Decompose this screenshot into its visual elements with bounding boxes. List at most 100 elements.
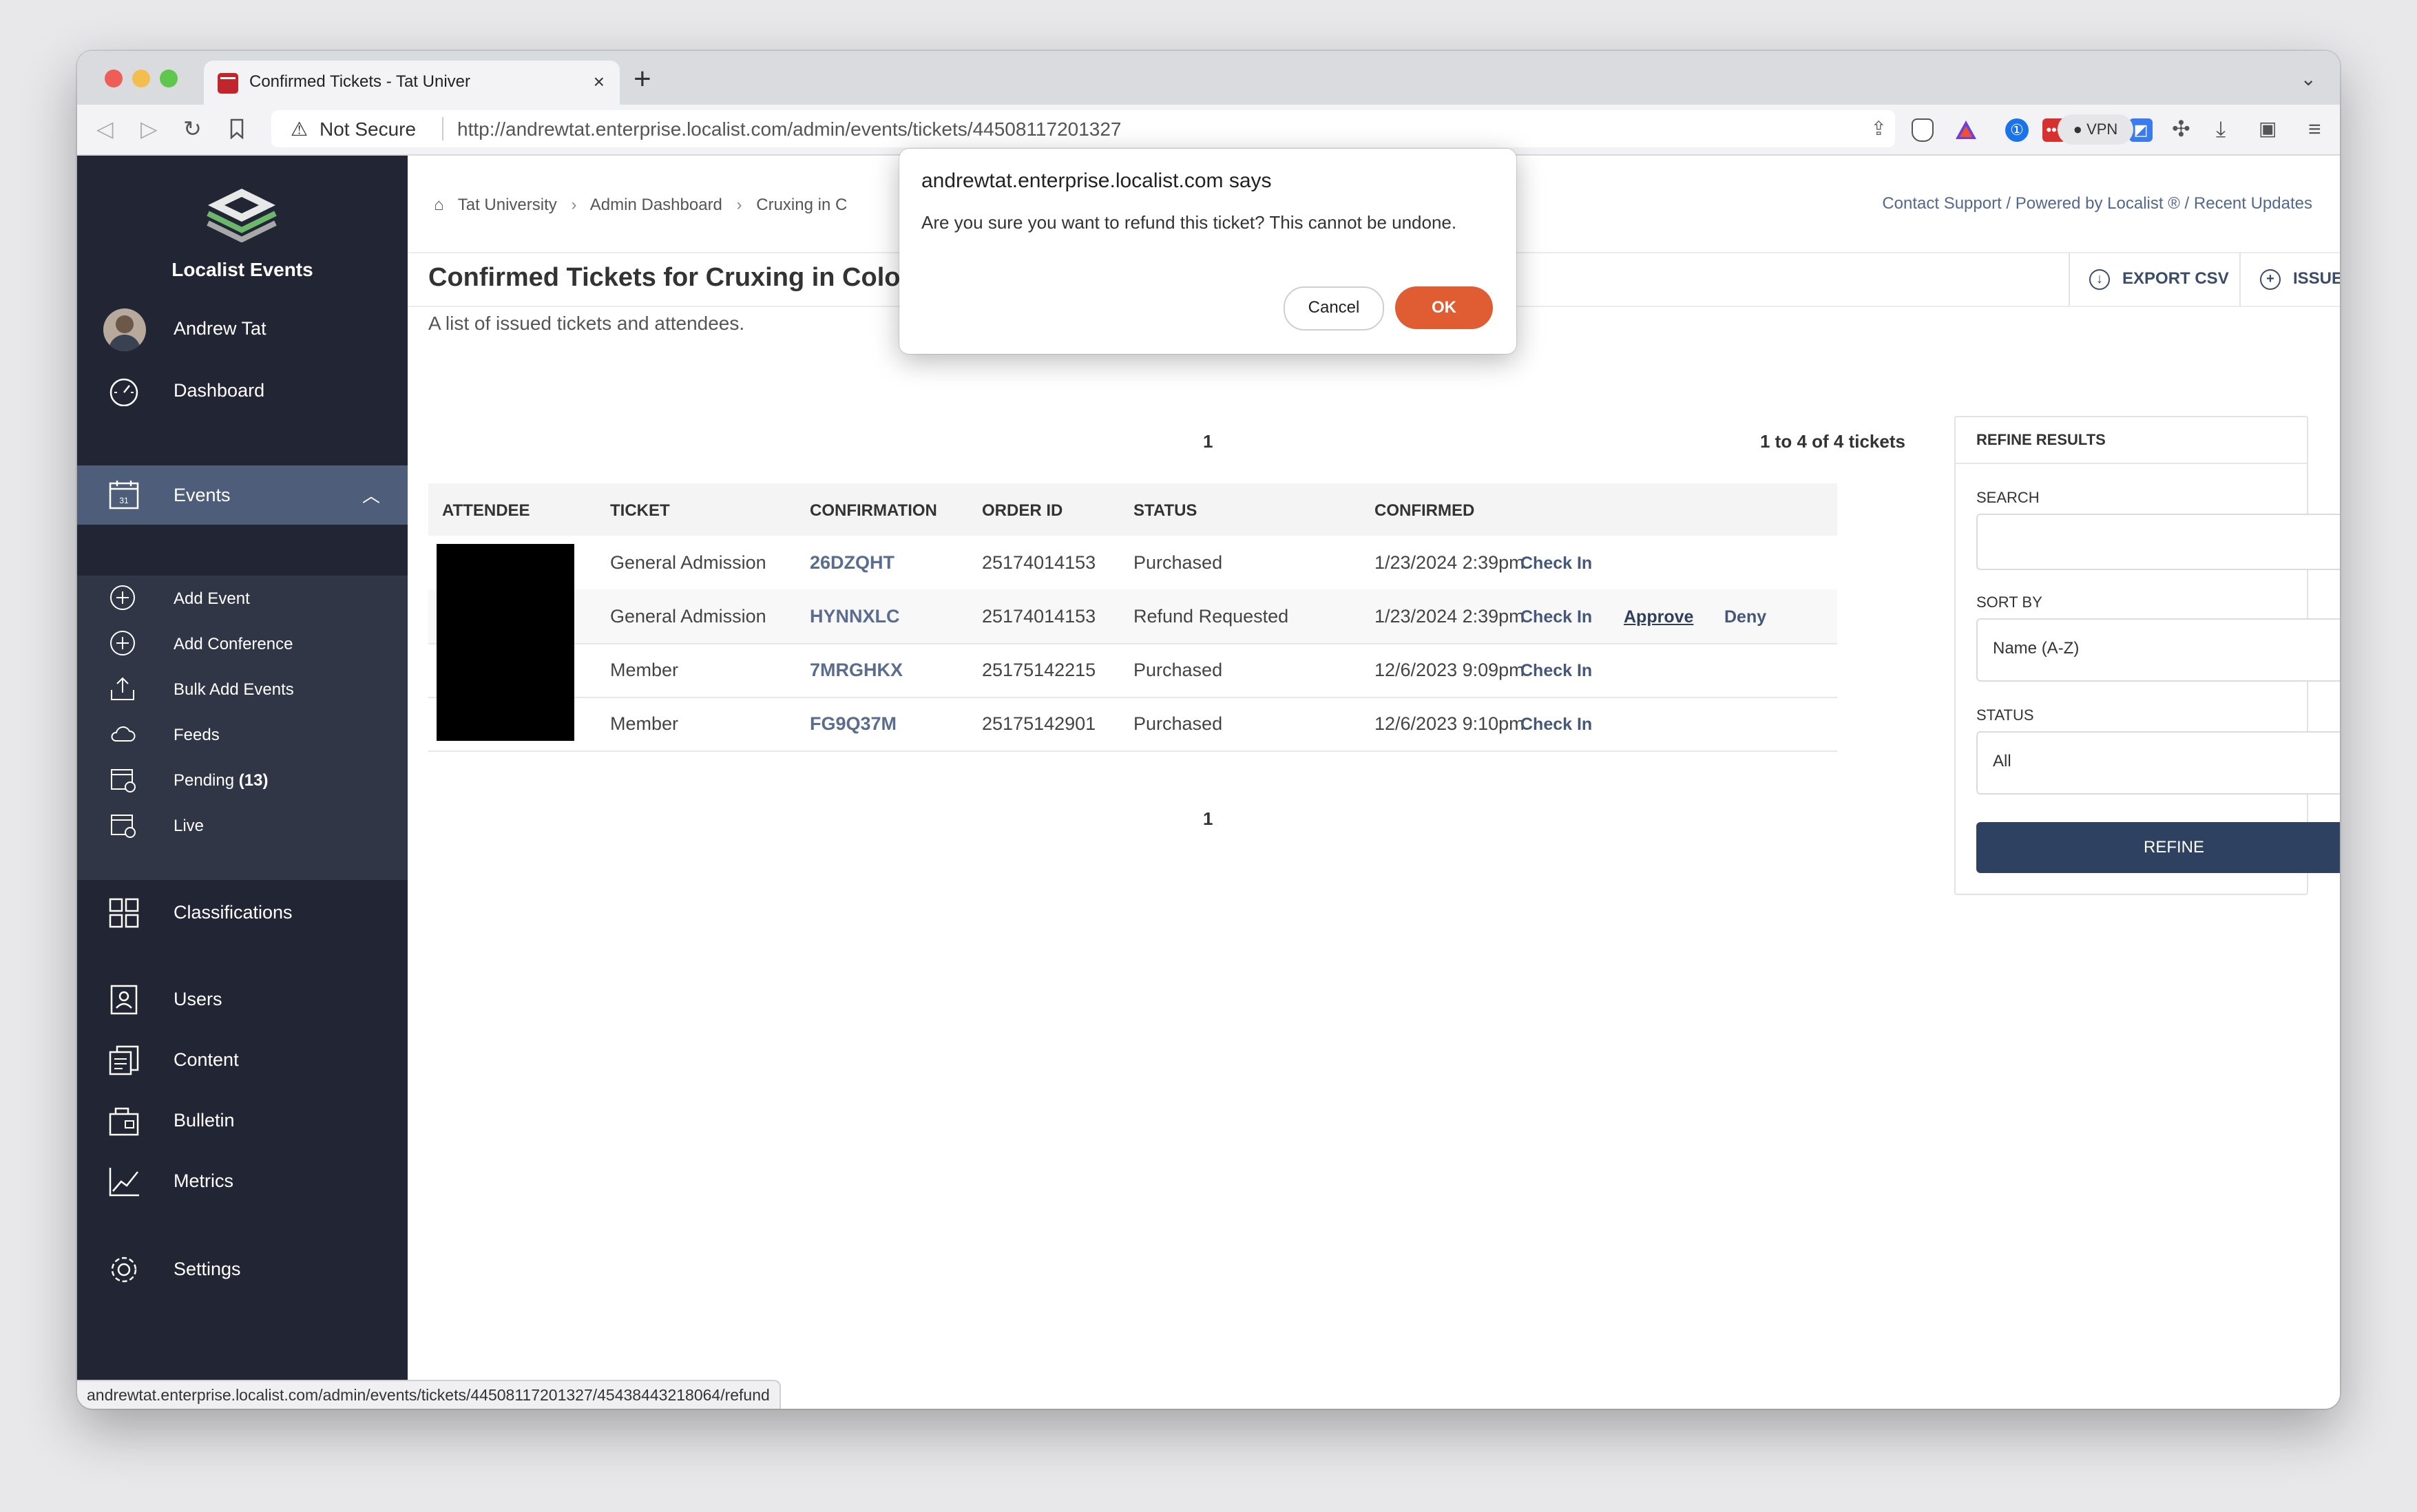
breadcrumb-home[interactable]: Tat University	[458, 196, 557, 214]
sidebar-item-bulletin[interactable]: Bulletin	[77, 1096, 408, 1146]
column-header[interactable]: TICKET	[610, 501, 670, 521]
sidebar-item-label: Classifications	[174, 902, 293, 923]
check-in-link[interactable]: Check In	[1520, 607, 1592, 627]
sort-by-label: SORT BY	[1976, 594, 2042, 611]
sidebar-item-events[interactable]: 31 Events ︿	[77, 465, 408, 525]
approve-refund-link[interactable]: Approve	[1624, 607, 1693, 627]
sidebar-item-settings[interactable]: Settings	[77, 1245, 408, 1294]
submenu-label: Live	[174, 817, 205, 835]
puzzle-icon[interactable]: ✣	[2172, 116, 2190, 142]
calendar-icon: 31	[109, 481, 139, 510]
check-in-link[interactable]: Check In	[1520, 554, 1592, 574]
column-header[interactable]: ORDER ID	[982, 501, 1063, 521]
sidebar-item-users[interactable]: Users	[77, 975, 408, 1025]
sidebar-item-classifications[interactable]: Classifications	[77, 888, 408, 938]
sidebar-item-label: Metrics	[174, 1170, 233, 1191]
sidebar-item-metrics[interactable]: Metrics	[77, 1157, 408, 1206]
back-icon[interactable]: ◁	[96, 116, 114, 142]
top-links[interactable]: Contact Support / Powered by Localist ® …	[1882, 194, 2312, 213]
search-label: SEARCH	[1976, 489, 2040, 506]
cloud-icon	[111, 726, 136, 742]
tab-list-chevron-icon[interactable]: ⌄	[2301, 67, 2316, 90]
sidebar-item-content[interactable]: Content	[77, 1036, 408, 1085]
search-input[interactable]	[1976, 514, 2340, 570]
confirmed-date: 12/6/2023 9:10pm	[1374, 713, 1525, 734]
forward-icon[interactable]: ▷	[140, 116, 158, 142]
sidebar: Localist Events Andrew Tat Dashboard 31 …	[77, 156, 408, 1409]
table-header: ATTENDEE TICKET CONFIRMATION ORDER ID ST…	[428, 483, 1837, 536]
check-in-link[interactable]: Check In	[1520, 715, 1592, 735]
sidebar-item-user[interactable]: Andrew Tat	[77, 304, 408, 354]
submenu-feeds[interactable]: Feeds	[77, 712, 408, 757]
breadcrumb-event[interactable]: Cruxing in C	[756, 196, 847, 214]
close-window-button[interactable]	[105, 70, 123, 87]
export-csv-button[interactable]: ↓ EXPORT CSV	[2069, 252, 2241, 306]
sidebar-item-label: Dashboard	[174, 380, 265, 401]
column-header[interactable]: ATTENDEE	[442, 501, 530, 521]
share-icon[interactable]: ⇪	[1871, 117, 1887, 140]
menu-icon[interactable]: ≡	[2308, 116, 2321, 142]
submenu-bulk-add[interactable]: Bulk Add Events	[77, 666, 408, 712]
column-header[interactable]: STATUS	[1133, 501, 1197, 521]
new-tab-button[interactable]: +	[634, 63, 651, 95]
download-icon[interactable]: ⤓	[2216, 116, 2226, 142]
sidebar-item-label: Content	[174, 1049, 239, 1070]
breadcrumb-separator: ›	[571, 196, 577, 214]
chevron-up-icon[interactable]: ︿	[362, 482, 380, 507]
status-value: All	[1993, 752, 2011, 770]
order-id: 25174014153	[982, 606, 1096, 627]
brave-shield-icon[interactable]	[1912, 118, 1934, 142]
table-row: General Admission 26DZQHT 25174014153 Pu…	[428, 536, 1837, 591]
pagination-bottom-page[interactable]: 1	[1203, 808, 1213, 830]
avatar	[103, 308, 146, 351]
deny-refund-link[interactable]: Deny	[1724, 607, 1766, 627]
zoom-window-button[interactable]	[160, 70, 178, 87]
breadcrumb-admin[interactable]: Admin Dashboard	[590, 196, 722, 214]
minimize-window-button[interactable]	[132, 70, 150, 87]
vpn-button[interactable]: ● VPN	[2058, 114, 2133, 145]
onepassword-icon[interactable]: ①	[2005, 118, 2029, 142]
brave-rewards-icon[interactable]	[1954, 118, 1978, 142]
confirmation-code[interactable]: FG9Q37M	[810, 713, 897, 735]
sidebar-item-dashboard[interactable]: Dashboard	[77, 366, 408, 416]
confirmed-date: 1/23/2024 2:39pm	[1374, 552, 1525, 573]
ok-button[interactable]: OK	[1395, 286, 1493, 329]
submenu-pending[interactable]: Pending (13)	[77, 757, 408, 803]
page-title: Confirmed Tickets for Cruxing in Color	[428, 263, 911, 292]
confirmation-code[interactable]: 26DZQHT	[810, 552, 894, 574]
issue-ticket-button[interactable]: + ISSUE TICKET	[2239, 252, 2340, 306]
reload-icon[interactable]: ↻	[183, 116, 202, 142]
not-secure-label[interactable]: Not Secure	[320, 118, 416, 140]
confirmation-code[interactable]: HYNNXLC	[810, 606, 900, 627]
ticket-type: General Admission	[610, 606, 766, 627]
vpn-label: VPN	[2086, 120, 2118, 138]
tab-strip: Confirmed Tickets - Tat Univer × + ⌄	[77, 51, 2340, 105]
column-header[interactable]: CONFIRMATION	[810, 501, 937, 521]
address-bar[interactable]: ⚠ Not Secure http://andrewtat.enterprise…	[271, 110, 1895, 147]
confirmed-date: 12/6/2023 9:09pm	[1374, 660, 1525, 680]
home-icon[interactable]: ⌂	[434, 196, 444, 214]
column-header[interactable]: CONFIRMED	[1374, 501, 1474, 521]
bookmark-icon[interactable]	[230, 118, 244, 139]
confirmation-code[interactable]: 7MRGHKX	[810, 660, 903, 681]
sidebar-icon[interactable]: ▣	[2259, 116, 2277, 142]
pagination-top-page[interactable]: 1	[1203, 431, 1213, 452]
check-in-link[interactable]: Check In	[1520, 661, 1592, 681]
submenu-add-conference[interactable]: Add Conference	[77, 621, 408, 666]
events-submenu: Add Event Add Conference Bulk Add Events…	[77, 576, 408, 880]
url-text[interactable]: http://andrewtat.enterprise.localist.com…	[457, 118, 1122, 140]
active-tab[interactable]: Confirmed Tickets - Tat Univer ×	[204, 61, 620, 105]
export-csv-label: EXPORT CSV	[2122, 269, 2229, 288]
tab-close-icon[interactable]: ×	[594, 70, 605, 94]
status-select[interactable]: All	[1976, 731, 2340, 795]
confirmed-date: 1/23/2024 2:39pm	[1374, 606, 1525, 627]
ticket-type: Member	[610, 713, 679, 734]
submenu-live[interactable]: Live	[77, 803, 408, 848]
order-id: 25174014153	[982, 552, 1096, 573]
sort-by-select[interactable]: Name (A-Z)	[1976, 618, 2340, 682]
submenu-label: Add Conference	[174, 635, 293, 653]
issue-ticket-label: ISSUE TICKET	[2293, 269, 2340, 288]
cancel-button[interactable]: Cancel	[1284, 286, 1384, 330]
submenu-add-event[interactable]: Add Event	[77, 576, 408, 621]
refine-button[interactable]: REFINE	[1976, 822, 2340, 873]
